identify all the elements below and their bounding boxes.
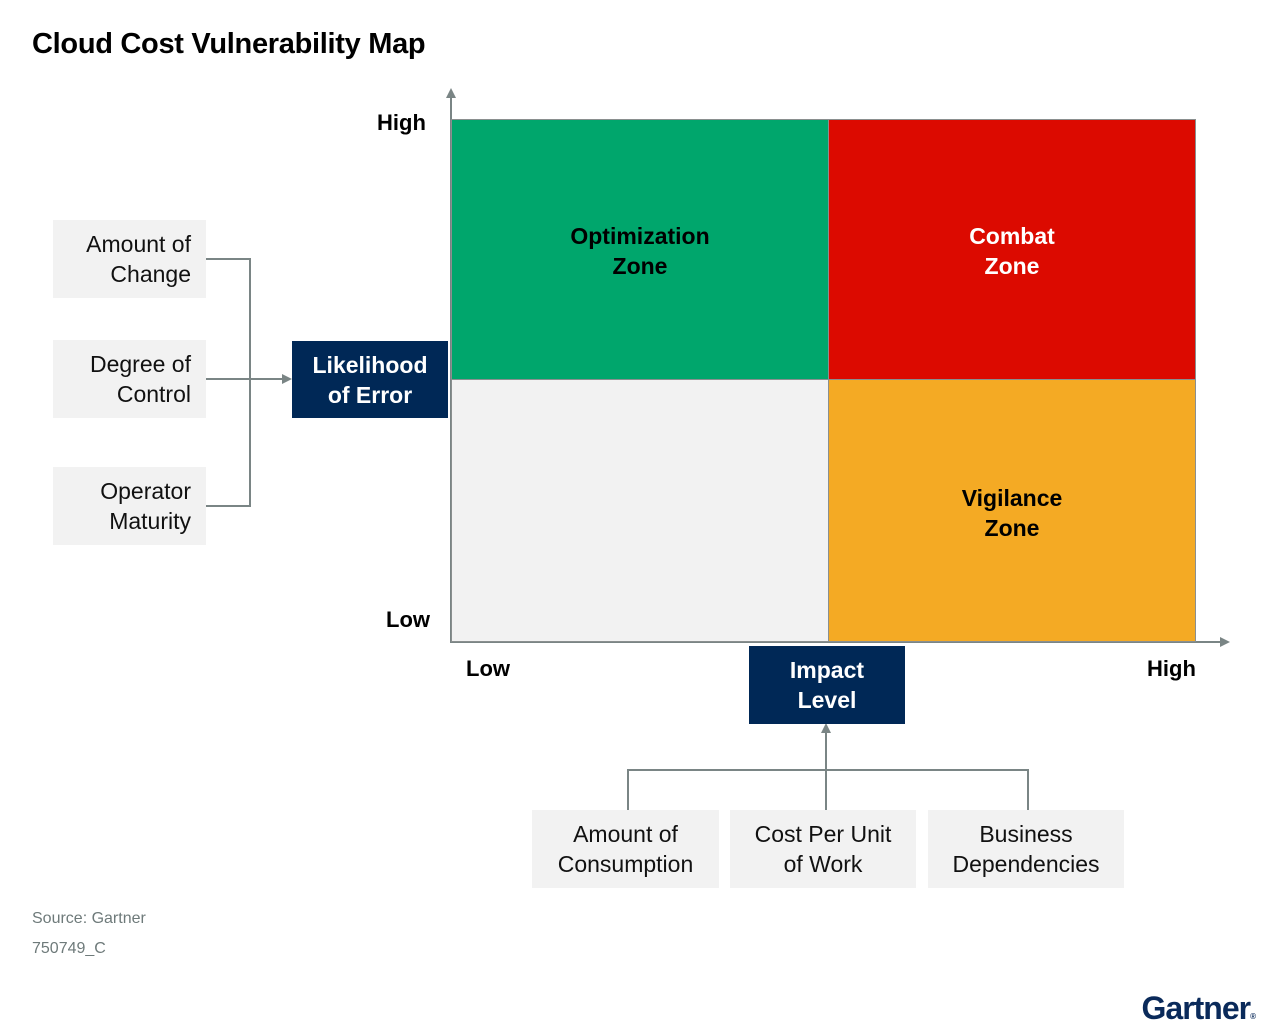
factor-line: Business: [979, 821, 1073, 847]
factor-line: Control: [116, 381, 191, 407]
factor-cost-per-unit-of-work: Cost Per Unit of Work: [730, 810, 916, 888]
y-axis-title-line: of Error: [327, 381, 413, 408]
quadrant-combat-zone: Combat Zone: [828, 119, 1196, 380]
quadrant-vigilance-zone: Vigilance Zone: [828, 379, 1196, 642]
y-axis-title-box: Likelihood of Error: [292, 341, 448, 418]
registered-mark: ®: [1250, 1012, 1256, 1021]
factor-degree-of-control: Degree of Control: [53, 340, 206, 418]
quadrant-empty: [451, 379, 829, 642]
factor-business-dependencies: Business Dependencies: [928, 810, 1124, 888]
quadrant-label: Zone: [984, 515, 1040, 541]
bottom-bracket: [627, 769, 1029, 810]
figure-id: 750749_C: [32, 940, 106, 957]
left-bracket: [206, 258, 251, 507]
factor-line: of Work: [783, 851, 863, 877]
factor-operator-maturity: Operator Maturity: [53, 467, 206, 545]
factor-line: Amount of: [86, 231, 191, 257]
factor-line: Maturity: [109, 508, 191, 534]
quadrant-label: Zone: [612, 253, 668, 279]
source-note: Source: Gartner: [32, 910, 146, 927]
factor-line: Amount of: [573, 821, 678, 847]
gartner-logo: Gartner®: [1142, 990, 1257, 1027]
x-axis-title-line: Impact: [789, 657, 865, 683]
quadrant-label: Optimization: [570, 223, 710, 249]
factor-line: Cost Per Unit: [754, 821, 892, 847]
logo-text: Gartner: [1141, 990, 1252, 1026]
quadrant-label: Zone: [984, 253, 1040, 279]
quadrant-label: Vigilance: [961, 485, 1063, 511]
quadrant-label: Combat: [969, 223, 1055, 249]
x-axis-title-box: Impact Level: [749, 646, 905, 724]
factor-line: Degree of: [89, 351, 191, 377]
factor-line: Dependencies: [952, 851, 1100, 877]
y-axis-title-line: Likelihood: [312, 351, 428, 378]
factor-amount-of-change: Amount of Change: [53, 220, 206, 298]
factor-line: Change: [110, 261, 191, 287]
x-low-label: Low: [466, 656, 510, 681]
factor-line: Consumption: [557, 851, 694, 877]
y-high-label: High: [377, 110, 426, 135]
y-low-label: Low: [386, 607, 430, 632]
quadrant-optimization-zone: Optimization Zone: [451, 119, 829, 380]
factor-line: Operator: [100, 478, 191, 504]
x-axis-title-line: Level: [797, 687, 857, 713]
factor-amount-of-consumption: Amount of Consumption: [532, 810, 719, 888]
x-high-label: High: [1147, 656, 1196, 681]
